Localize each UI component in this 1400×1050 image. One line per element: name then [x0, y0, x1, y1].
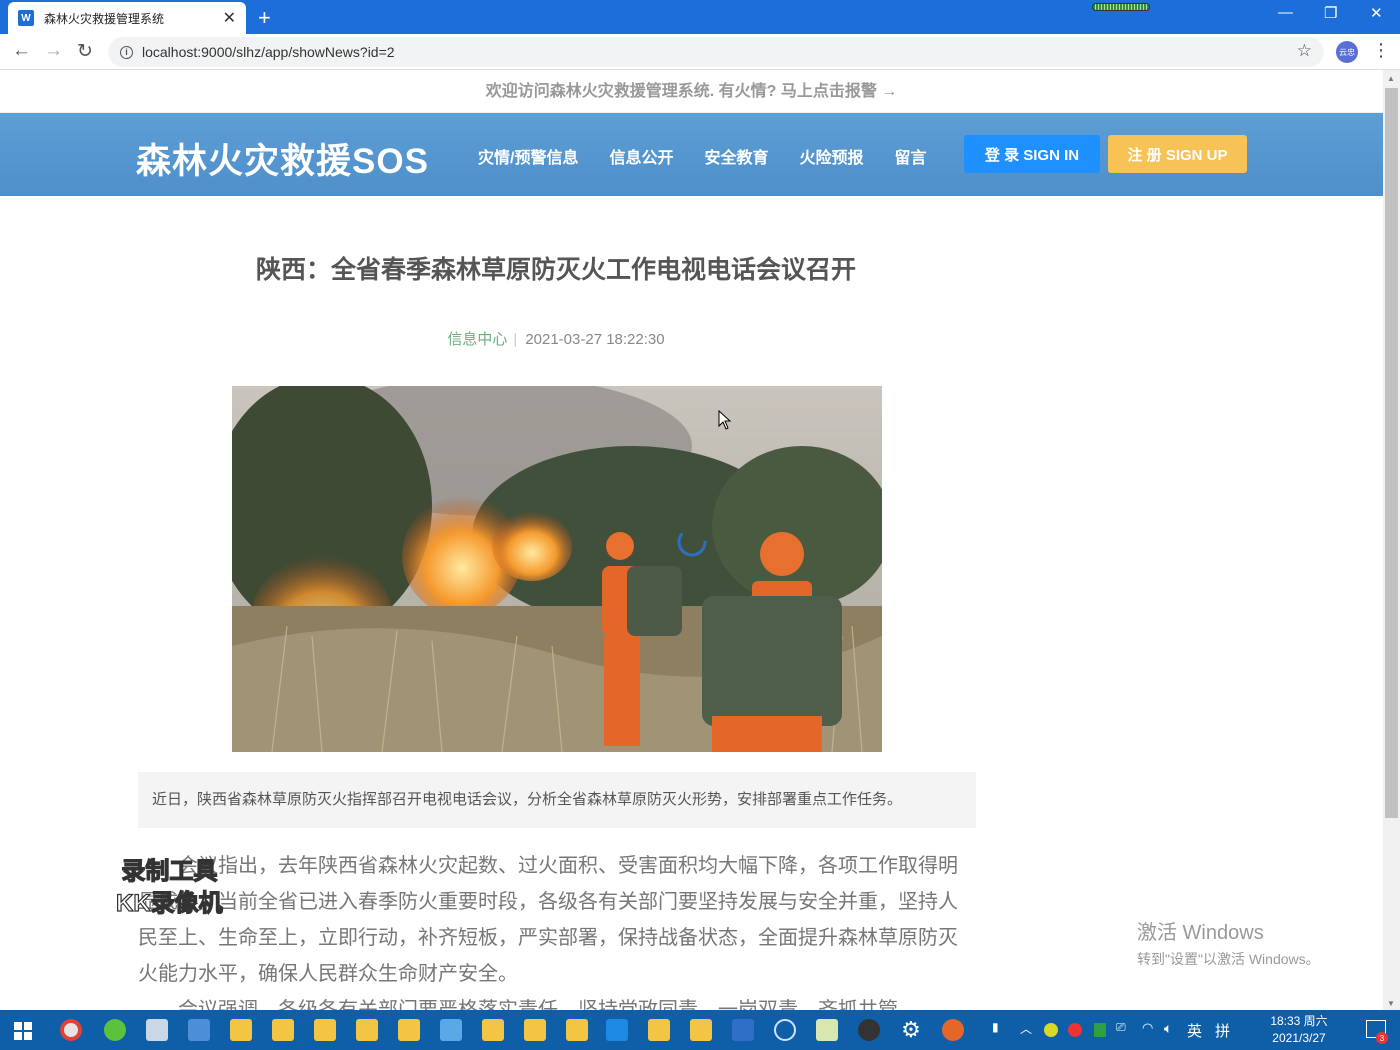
article-body: 会议指出，去年陕西省森林火灾起数、过火面积、受害面积均大幅下降，各项工作取得明显…	[138, 848, 974, 1010]
nav-item-fire-forecast[interactable]: 火险预报	[799, 144, 863, 168]
close-window-icon[interactable]: ✕	[1370, 4, 1383, 22]
ime-mode[interactable]: 拼	[1215, 1020, 1230, 1041]
windows-taskbar: ⚙ ▮ ︿ ⎚ ◠ 🔈︎ 英 拼 18:33 周六 2021/3/27 3	[0, 1010, 1400, 1050]
site-logo[interactable]: 森林火灾救援SOS	[136, 133, 429, 184]
app-taskbar-icon[interactable]	[942, 1019, 964, 1041]
watermark-line1: 录制工具	[121, 857, 218, 885]
settings-gear-icon[interactable]: ⚙	[900, 1019, 922, 1041]
article-photo	[232, 386, 882, 752]
activation-title: 激活 Windows	[1137, 922, 1264, 944]
page-viewport: 欢迎访问森林火灾救援管理系统. 有火情? 马上点击报警 → 森林火灾救援SOS …	[0, 70, 1383, 1010]
watermark-line2: KK录像机	[115, 889, 223, 917]
recorder-taskbar-icon[interactable]	[858, 1019, 880, 1041]
article-meta: 信息中心 | 2021-03-27 18:22:30	[136, 328, 976, 349]
battery-tray-icon[interactable]: ▮	[992, 1020, 999, 1034]
browser-tab[interactable]: W 森林火灾救援管理系统 ✕	[8, 2, 246, 34]
browser-toolbar: ← → ↻ i localhost:9000/slhz/app/showNews…	[0, 34, 1400, 70]
article-summary: 近日，陕西省森林草原防灭火指挥部召开电视电话会议，分析全省森林草原防灭火形势，安…	[138, 772, 976, 828]
notification-badge: 3	[1376, 1032, 1388, 1044]
minimize-icon[interactable]: —	[1278, 4, 1293, 21]
app-taskbar-icon[interactable]	[440, 1019, 462, 1041]
nav-item-info-public[interactable]: 信息公开	[609, 144, 673, 168]
vscode-taskbar-icon[interactable]	[732, 1019, 754, 1041]
wifi-tray-icon[interactable]: ◠	[1142, 1020, 1153, 1036]
app-taskbar-icon[interactable]	[188, 1019, 210, 1041]
browser-titlebar: W 森林火灾救援管理系统 ✕ + — ❐ ✕	[0, 0, 1400, 34]
meta-separator: |	[513, 331, 518, 348]
back-icon[interactable]: ←	[12, 40, 31, 62]
clock-time: 18:33 周六	[1270, 1014, 1328, 1028]
tray-expand-icon[interactable]: ︿	[1020, 1020, 1032, 1037]
computer-taskbar-icon[interactable]	[146, 1019, 168, 1041]
restore-icon[interactable]: ❐	[1324, 4, 1337, 22]
main-nav: 灾情/预警信息 信息公开 安全教育 火险预报 留言	[478, 144, 927, 168]
folder-taskbar-icon[interactable]	[230, 1019, 252, 1041]
network-tray-icon[interactable]: ⎚	[1116, 1020, 1126, 1035]
tray-app-icon[interactable]	[1094, 1023, 1106, 1037]
folder-taskbar-icon[interactable]	[398, 1019, 420, 1041]
taskbar-clock[interactable]: 18:33 周六 2021/3/27	[1258, 1013, 1340, 1047]
chrome-taskbar-icon[interactable]	[60, 1019, 82, 1041]
battery-indicator-icon	[1092, 3, 1150, 11]
folder-taskbar-icon[interactable]	[314, 1019, 336, 1041]
url-text[interactable]: localhost:9000/slhz/app/showNews?id=2	[142, 44, 395, 60]
scroll-thumb[interactable]	[1385, 88, 1398, 818]
folder-taskbar-icon[interactable]	[690, 1019, 712, 1041]
reload-icon[interactable]: ↻	[77, 40, 93, 63]
windows-activation-notice: 激活 Windows 转到"设置"以激活 Windows。	[1137, 916, 1320, 969]
site-info-icon[interactable]: i	[120, 45, 133, 59]
page-scrollbar[interactable]: ▲ ▼	[1383, 70, 1400, 1010]
nav-item-disaster-info[interactable]: 灾情/预警信息	[478, 144, 578, 168]
firefighters-photo-illustration	[232, 386, 882, 752]
signin-button[interactable]: 登 录 SIGN IN	[964, 135, 1100, 173]
volume-tray-icon[interactable]: 🔈︎	[1164, 1020, 1172, 1037]
ime-language[interactable]: 英	[1187, 1020, 1202, 1041]
nav-item-message[interactable]: 留言	[895, 144, 927, 168]
alarm-notice-bar[interactable]: 欢迎访问森林火灾救援管理系统. 有火情? 马上点击报警 →	[0, 70, 1383, 113]
folder-taskbar-icon[interactable]	[272, 1019, 294, 1041]
app-taskbar-icon[interactable]	[104, 1019, 126, 1041]
mouse-pointer-icon	[718, 409, 732, 436]
site-header: 森林火灾救援SOS 灾情/预警信息 信息公开 安全教育 火险预报 留言 登 录 …	[0, 113, 1383, 196]
app-taskbar-icon[interactable]	[606, 1019, 628, 1041]
tab-favicon-icon: W	[18, 10, 34, 26]
new-tab-button[interactable]: +	[258, 5, 271, 31]
folder-taskbar-icon[interactable]	[648, 1019, 670, 1041]
tray-app-icon[interactable]	[1044, 1023, 1058, 1037]
tray-app-icon[interactable]	[1068, 1023, 1082, 1037]
folder-taskbar-icon[interactable]	[524, 1019, 546, 1041]
app-taskbar-icon[interactable]	[774, 1019, 796, 1041]
article-category[interactable]: 信息中心	[447, 331, 507, 348]
tab-close-icon[interactable]: ✕	[223, 8, 236, 28]
scroll-up-icon[interactable]: ▲	[1387, 74, 1395, 83]
article-paragraph: 会议强调，各级各有关部门要严格落实责任，坚持党政同责、一岗双责，齐抓共管	[178, 999, 898, 1010]
bookmark-star-icon[interactable]: ☆	[1297, 41, 1312, 61]
signup-button[interactable]: 注 册 SIGN UP	[1108, 135, 1247, 173]
article-paragraph: 会议指出，去年陕西省森林火灾起数、过火面积、受害面积均大幅下降，各项工作取得明显…	[138, 855, 958, 985]
activation-subtitle: 转到"设置"以激活 Windows。	[1137, 951, 1320, 967]
recorder-watermark: 录制工具 KK录像机	[115, 856, 223, 920]
app-taskbar-icon[interactable]	[816, 1019, 838, 1041]
address-bar[interactable]: i localhost:9000/slhz/app/showNews?id=2 …	[108, 37, 1324, 67]
article-datetime: 2021-03-27 18:22:30	[525, 331, 665, 348]
tab-title: 森林火灾救援管理系统	[44, 11, 165, 26]
article-title: 陕西：全省春季森林草原防灭火工作电视电话会议召开	[255, 256, 856, 284]
profile-avatar[interactable]: 云忠	[1336, 41, 1358, 63]
clock-date: 2021/3/27	[1272, 1031, 1326, 1045]
folder-taskbar-icon[interactable]	[482, 1019, 504, 1041]
windows-start-icon[interactable]	[14, 1022, 32, 1040]
nav-item-safety-education[interactable]: 安全教育	[704, 144, 768, 168]
folder-taskbar-icon[interactable]	[356, 1019, 378, 1041]
folder-taskbar-icon[interactable]	[566, 1019, 588, 1041]
forward-icon[interactable]: →	[44, 40, 63, 62]
scroll-down-icon[interactable]: ▼	[1387, 999, 1395, 1008]
browser-menu-icon[interactable]: ⋮	[1372, 40, 1390, 61]
